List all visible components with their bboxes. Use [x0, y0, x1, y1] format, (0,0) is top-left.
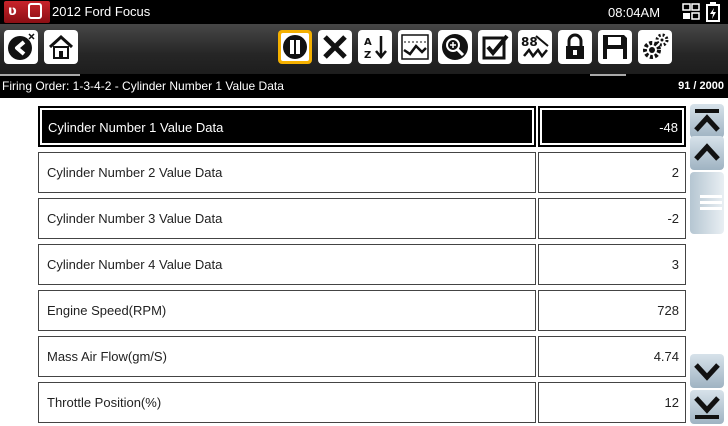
app-logo[interactable]: ʋ — [4, 1, 50, 23]
line-up-button[interactable] — [690, 136, 724, 170]
close-icon — [323, 35, 347, 59]
home-icon — [48, 34, 74, 59]
pid-value: 2 — [538, 152, 686, 193]
status-line: Firing Order: 1-3-4-2 - Cylinder Number … — [0, 74, 728, 98]
status-accent-bar — [0, 74, 80, 76]
close-button[interactable] — [318, 30, 352, 64]
data-row[interactable]: Throttle Position(%) 12 — [38, 382, 686, 423]
line-down-button[interactable] — [690, 354, 724, 388]
data-row[interactable]: Mass Air Flow(gm/S) 4.74 — [38, 336, 686, 377]
grip-icon — [700, 195, 722, 210]
vehicle-title: 2012 Ford Focus — [52, 4, 151, 19]
pid-name: Cylinder Number 3 Value Data — [38, 198, 536, 239]
page-up-button[interactable] — [690, 104, 724, 138]
network-status-icon — [682, 3, 700, 20]
data-list: Cylinder Number 1 Value Data -48 Cylinde… — [0, 98, 686, 426]
select-button[interactable] — [478, 30, 512, 64]
percent-graph-button[interactable]: 88 — [518, 30, 552, 64]
pid-value: -2 — [538, 198, 686, 239]
pid-value: 728 — [538, 290, 686, 331]
save-button[interactable] — [598, 30, 632, 64]
svg-text:A: A — [364, 37, 372, 48]
data-row[interactable]: Engine Speed(RPM) 728 — [38, 290, 686, 331]
percent-graph-icon: 88 — [521, 35, 549, 59]
data-row[interactable]: Cylinder Number 2 Value Data 2 — [38, 152, 686, 193]
settings-icon — [643, 33, 669, 59]
svg-text:88: 88 — [521, 35, 538, 49]
zoom-button[interactable] — [438, 30, 472, 64]
save-icon — [603, 35, 627, 59]
pid-name: Mass Air Flow(gm/S) — [38, 336, 536, 377]
pid-value: -48 — [538, 106, 686, 147]
pid-value: 12 — [538, 382, 686, 423]
page-down-icon — [694, 396, 720, 419]
status-text: Firing Order: 1-3-4-2 - Cylinder Number … — [2, 79, 284, 93]
back-icon — [8, 33, 35, 60]
page-down-button[interactable] — [690, 390, 724, 424]
svg-text:Z: Z — [364, 50, 371, 61]
lock-button[interactable] — [558, 30, 592, 64]
pause-button[interactable] — [278, 30, 312, 64]
graph-view-button[interactable] — [398, 30, 432, 64]
sort-button[interactable]: A Z — [358, 30, 392, 64]
data-row[interactable]: Cylinder Number 4 Value Data 3 — [38, 244, 686, 285]
pid-value: 3 — [538, 244, 686, 285]
record-counter: 91 / 2000 — [678, 80, 724, 92]
pid-name: Throttle Position(%) — [38, 382, 536, 423]
sort-icon: A Z — [364, 36, 387, 61]
pid-name: Cylinder Number 2 Value Data — [38, 152, 536, 193]
zoom-icon — [442, 34, 468, 60]
data-row[interactable]: Cylinder Number 1 Value Data -48 — [38, 106, 686, 147]
pid-name: Cylinder Number 1 Value Data — [38, 106, 536, 147]
pid-value: 4.74 — [538, 336, 686, 377]
settings-button[interactable] — [638, 30, 672, 64]
pid-name: Cylinder Number 4 Value Data — [38, 244, 536, 285]
line-up-icon — [694, 143, 720, 161]
pause-icon — [283, 35, 307, 59]
home-button[interactable] — [44, 30, 78, 64]
scrollbar-thumb[interactable] — [690, 172, 724, 234]
toolbar: A Z 88 — [0, 24, 728, 74]
battery-icon — [706, 2, 720, 22]
line-down-icon — [694, 363, 720, 381]
scrollbar[interactable] — [686, 98, 728, 426]
lock-icon — [566, 33, 584, 59]
status-accent-bar — [590, 74, 626, 76]
page-up-icon — [694, 109, 720, 132]
data-row[interactable]: Cylinder Number 3 Value Data -2 — [38, 198, 686, 239]
graph-view-icon — [401, 34, 429, 60]
back-button[interactable] — [4, 30, 38, 64]
title-bar: ʋ 2012 Ford Focus 08:04AM — [0, 0, 728, 24]
checkbox-icon — [482, 34, 509, 60]
clock: 08:04AM — [608, 5, 661, 20]
pid-name: Engine Speed(RPM) — [38, 290, 536, 331]
